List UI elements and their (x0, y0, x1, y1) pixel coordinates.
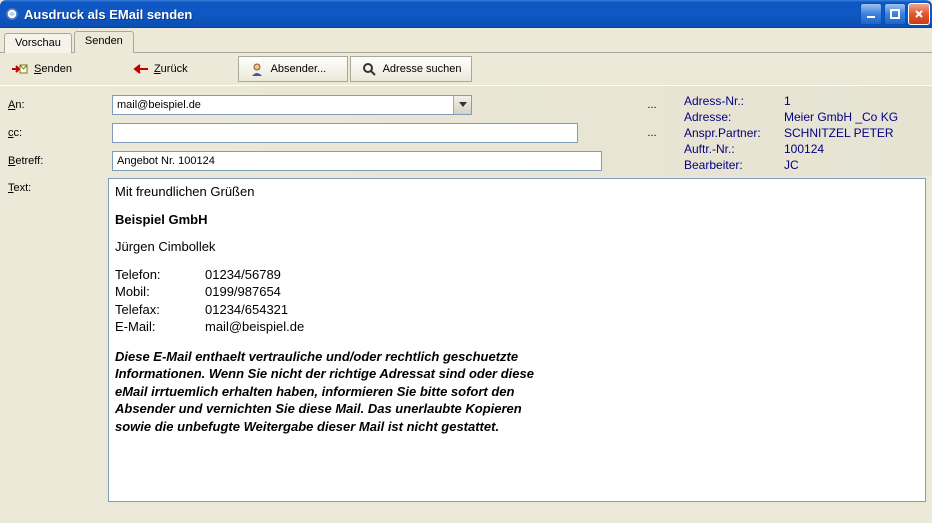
subject-input[interactable] (112, 151, 602, 171)
body-row: Text: Mit freundlichen Grüßen Beispiel G… (0, 176, 932, 519)
to-dropdown-button[interactable] (453, 96, 471, 114)
send-label: Senden (34, 63, 72, 75)
search-label: Adresse suchen (383, 63, 462, 75)
signature-key: E-Mail: (115, 318, 205, 336)
body-greeting: Mit freundlichen Grüßen (115, 183, 919, 201)
maximize-button[interactable] (884, 3, 906, 25)
info-value: Meier GmbH _Co KG (784, 110, 926, 124)
window-title: Ausdruck als EMail senden (24, 7, 858, 22)
to-browse-button[interactable]: ... (642, 95, 662, 115)
search-address-button[interactable]: Adresse suchen (350, 56, 473, 82)
back-button[interactable]: Zurück (122, 56, 198, 82)
sender-label: Absender... (271, 63, 327, 75)
label-text: Text: (8, 178, 108, 513)
send-button[interactable]: Senden (2, 56, 82, 82)
person-icon (249, 61, 265, 77)
signature-row: Telefon:01234/56789 (115, 266, 308, 284)
send-icon (12, 61, 28, 77)
info-key: Adress-Nr.: (684, 94, 784, 108)
back-arrow-icon (132, 61, 148, 77)
signature-table: Telefon:01234/56789Mobil:0199/987654Tele… (115, 266, 308, 336)
tab-senden[interactable]: Senden (74, 31, 134, 53)
signature-value: 01234/654321 (205, 301, 308, 319)
signature-row: E-Mail:mail@beispiel.de (115, 318, 308, 336)
body-editor[interactable]: Mit freundlichen Grüßen Beispiel GmbH Jü… (108, 178, 926, 502)
body-sender-name: Jürgen Cimbollek (115, 238, 919, 256)
info-value: JC (784, 158, 926, 172)
body-company: Beispiel GmbH (115, 211, 919, 229)
sender-button[interactable]: Absender... (238, 56, 348, 82)
back-label: Zurück (154, 63, 188, 75)
label-to: An: (8, 99, 108, 111)
info-key: Bearbeiter: (684, 158, 784, 172)
info-panel: Adress-Nr.:1Adresse:Meier GmbH _Co KGAns… (666, 94, 926, 172)
signature-value: 0199/987654 (205, 283, 308, 301)
signature-key: Telefax: (115, 301, 205, 319)
tab-vorschau[interactable]: Vorschau (4, 33, 72, 53)
signature-key: Telefon: (115, 266, 205, 284)
tab-strip: Vorschau Senden (0, 28, 932, 53)
label-subject: Betreff: (8, 155, 108, 167)
body-legal: Diese E-Mail enthaelt vertrauliche und/o… (115, 348, 555, 436)
form-area: An: ... cc: ... Betreff: Adress-Nr.:1Adr… (0, 85, 932, 176)
info-key: Anspr.Partner: (684, 126, 784, 140)
info-value: 1 (784, 94, 926, 108)
search-icon (361, 61, 377, 77)
close-button[interactable] (908, 3, 930, 25)
info-value: 100124 (784, 142, 926, 156)
cc-browse-button[interactable]: ... (642, 123, 662, 143)
signature-value: mail@beispiel.de (205, 318, 308, 336)
signature-row: Mobil:0199/987654 (115, 283, 308, 301)
title-bar: Ausdruck als EMail senden (0, 0, 932, 28)
info-key: Auftr.-Nr.: (684, 142, 784, 156)
to-combo[interactable] (112, 95, 472, 115)
signature-row: Telefax:01234/654321 (115, 301, 308, 319)
info-value: SCHNITZEL PETER (784, 126, 926, 140)
info-key: Adresse: (684, 110, 784, 124)
to-input[interactable] (113, 96, 453, 114)
label-cc: cc: (8, 127, 108, 139)
toolbar: Senden Zurück Absender... Adresse suchen (0, 53, 932, 85)
app-icon (4, 6, 20, 22)
chevron-down-icon (459, 102, 467, 108)
signature-value: 01234/56789 (205, 266, 308, 284)
minimize-button[interactable] (860, 3, 882, 25)
cc-input[interactable] (112, 123, 578, 143)
signature-key: Mobil: (115, 283, 205, 301)
